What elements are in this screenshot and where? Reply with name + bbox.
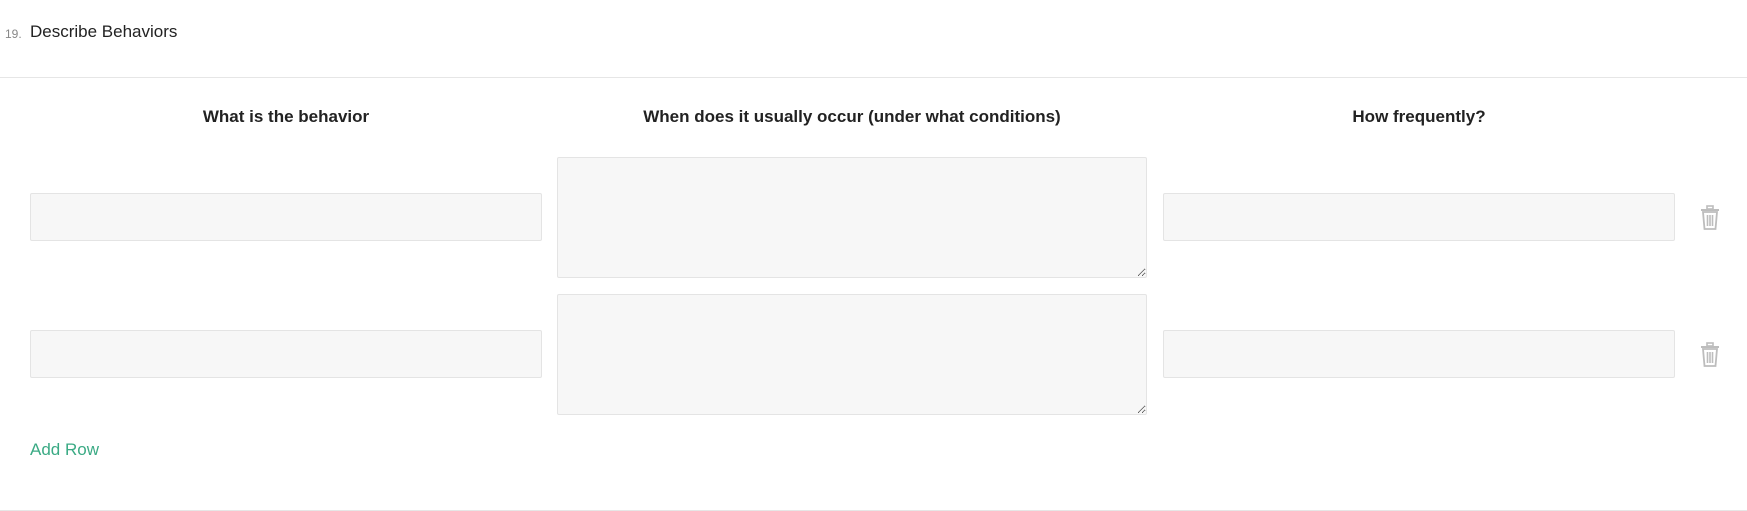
conditions-textarea[interactable]	[557, 294, 1147, 415]
question-title: Describe Behaviors	[30, 22, 178, 41]
delete-row-button[interactable]	[1698, 205, 1722, 231]
add-row-link[interactable]: Add Row	[30, 440, 99, 460]
behavior-input[interactable]	[30, 330, 542, 378]
question-header: 19. Describe Behaviors	[0, 0, 1747, 78]
column-header-frequency: How frequently?	[1352, 107, 1486, 126]
column-header-conditions: When does it usually occur (under what c…	[643, 107, 1061, 126]
behavior-input[interactable]	[30, 193, 542, 241]
question-number: 19.	[5, 27, 22, 41]
frequency-input[interactable]	[1163, 330, 1675, 378]
column-header-behavior: What is the behavior	[202, 107, 370, 126]
conditions-textarea[interactable]	[557, 157, 1147, 278]
frequency-input[interactable]	[1163, 193, 1675, 241]
trash-icon	[1701, 342, 1719, 367]
trash-icon	[1701, 205, 1719, 230]
delete-row-button[interactable]	[1698, 342, 1722, 368]
